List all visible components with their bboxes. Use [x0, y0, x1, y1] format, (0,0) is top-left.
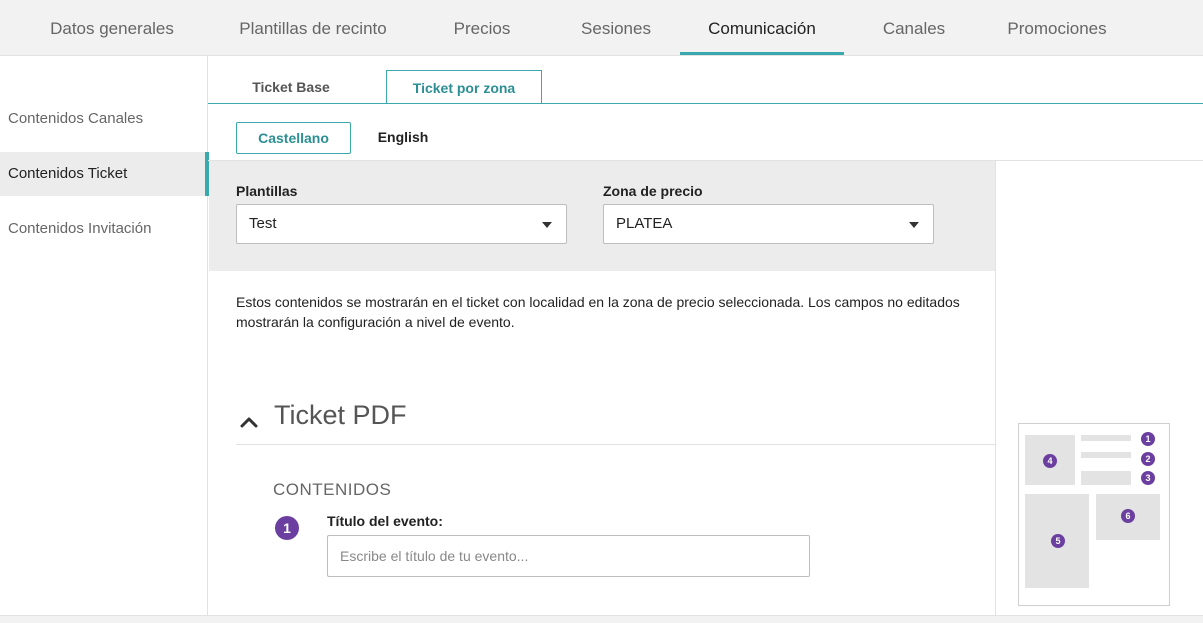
preview-marker: 3: [1141, 471, 1155, 485]
chevron-up-icon[interactable]: [238, 412, 260, 432]
sidebar: Contenidos Canales Contenidos Ticket Con…: [0, 56, 209, 623]
page: Datos generales Plantillas de recinto Pr…: [0, 0, 1203, 623]
event-title-input[interactable]: [327, 535, 810, 577]
subtab-ticket-base[interactable]: Ticket Base: [216, 70, 366, 104]
zone-label: Zona de precio: [603, 183, 703, 199]
templates-select-value: Test: [249, 215, 277, 232]
section-header[interactable]: Ticket PDF: [236, 398, 995, 445]
zone-select[interactable]: PLATEA: [603, 204, 934, 244]
templates-select[interactable]: Test: [236, 204, 567, 244]
sidebar-item-contenidos-ticket[interactable]: Contenidos Ticket: [0, 152, 209, 196]
language-castellano-button[interactable]: Castellano: [236, 122, 351, 154]
preview-marker: 2: [1141, 452, 1155, 466]
ticket-layout-preview: 4 1 2 3 5 6: [1018, 423, 1170, 606]
preview-block-2: [1081, 452, 1131, 458]
sidebar-item-contenidos-invitacion[interactable]: Contenidos Invitación: [0, 207, 207, 251]
filter-panel: Plantillas Test Zona de precio PLATEA: [209, 161, 995, 271]
zone-select-value: PLATEA: [616, 215, 673, 232]
preview-marker: 4: [1043, 454, 1057, 468]
info-text: Estos contenidos se mostrarán en el tick…: [236, 294, 960, 330]
chevron-down-icon: [542, 222, 552, 228]
tab-datos-generales[interactable]: Datos generales: [32, 0, 192, 56]
subtab-divider: [208, 103, 1203, 104]
language-english-button[interactable]: English: [360, 122, 446, 154]
tab-canales[interactable]: Canales: [866, 0, 962, 56]
tab-promociones[interactable]: Promociones: [992, 0, 1122, 56]
preview-marker: 5: [1051, 534, 1065, 548]
sidebar-item-contenidos-canales[interactable]: Contenidos Canales: [0, 97, 207, 141]
preview-block-3: [1081, 471, 1131, 485]
tab-precios[interactable]: Precios: [436, 0, 528, 56]
top-nav: Datos generales Plantillas de recinto Pr…: [0, 0, 1203, 56]
preview-marker: 1: [1141, 432, 1155, 446]
tab-comunicacion[interactable]: Comunicación: [680, 0, 844, 56]
tab-plantillas-de-recinto[interactable]: Plantillas de recinto: [218, 0, 408, 56]
section-title: Ticket PDF: [274, 400, 407, 430]
templates-label: Plantillas: [236, 183, 298, 199]
bottom-edge: [0, 615, 1203, 623]
contents-label: CONTENIDOS: [273, 480, 392, 499]
preview-block-1: [1081, 435, 1131, 441]
tab-sesiones[interactable]: Sesiones: [566, 0, 666, 56]
chevron-down-icon: [909, 222, 919, 228]
preview-marker: 6: [1121, 509, 1135, 523]
step-badge: 1: [275, 516, 299, 540]
event-title-label: Título del evento:: [327, 513, 443, 529]
subtab-ticket-por-zona[interactable]: Ticket por zona: [386, 70, 542, 104]
